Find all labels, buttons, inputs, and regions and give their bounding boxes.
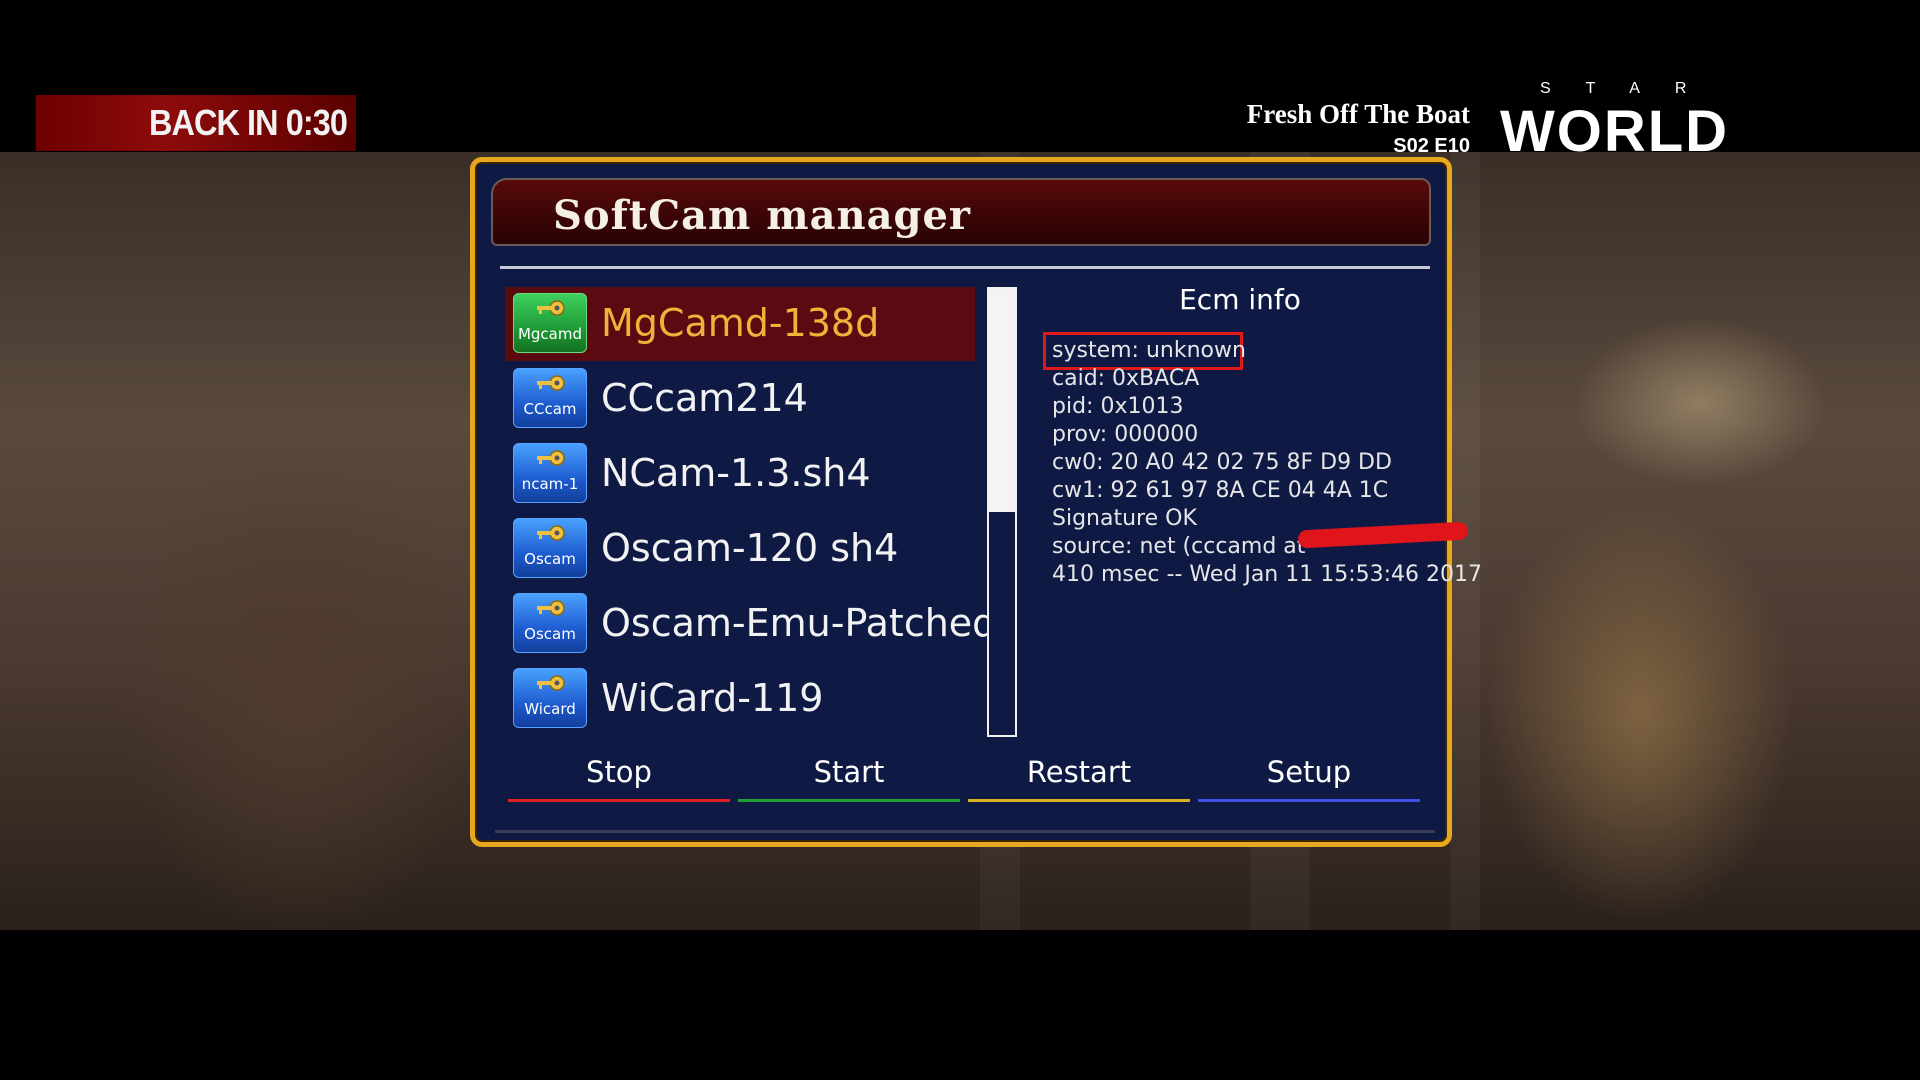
start-button[interactable]: Start [738, 747, 960, 802]
softcam-icon-label: Wicard [524, 700, 576, 718]
softcam-name: CCcam214 [601, 376, 808, 420]
scrollbar-thumb[interactable] [989, 289, 1015, 512]
restart-button[interactable]: Restart [968, 747, 1190, 802]
color-key-red [508, 799, 730, 802]
ecm-info-panel: Ecm info system: unknown caid: 0xBACA pi… [1030, 282, 1482, 742]
key-icon: Wicard [513, 668, 587, 728]
key-icon: ncam-1 [513, 443, 587, 503]
key-icon: Oscam [513, 518, 587, 578]
softcam-icon-label: ncam-1 [521, 475, 579, 493]
softcam-row[interactable]: Mgcamd MgCamd-138d [505, 287, 975, 361]
title-separator [500, 266, 1430, 269]
softcam-name: MgCamd-138d [601, 301, 880, 345]
setup-button-label: Setup [1266, 755, 1352, 789]
restart-button-label: Restart [1026, 755, 1132, 789]
list-scrollbar[interactable] [987, 287, 1017, 737]
channel-logo-word: WORLD [1500, 99, 1730, 164]
back-in-banner: BACK IN 0:30 [35, 95, 356, 151]
softcam-icon-label: Oscam [524, 625, 576, 643]
ecm-line: cw0: 20 A0 42 02 75 8F D9 DD [1052, 450, 1392, 475]
dialog-title: SoftCam manager [553, 192, 971, 239]
softcam-row[interactable]: CCcam CCcam214 [505, 362, 975, 436]
softcam-name: Oscam-Emu-Patched [601, 601, 997, 645]
softcam-icon-label: CCcam [523, 400, 577, 418]
ecm-info-title: Ecm info [1179, 283, 1301, 316]
color-key-yellow [968, 799, 1190, 802]
softcam-row[interactable]: ncam-1 NCam-1.3.sh4 [505, 437, 975, 511]
softcam-icon-label: Oscam [524, 550, 576, 568]
softcam-name: Oscam-120 sh4 [601, 526, 899, 570]
show-episode: S02 E10 [1393, 135, 1470, 157]
show-title: Fresh Off The Boat [1246, 99, 1470, 129]
bottom-separator [495, 830, 1435, 833]
softcam-row[interactable]: Oscam Oscam-120 sh4 [505, 512, 975, 586]
channel-logo-top: STAR [1540, 80, 1722, 97]
key-icon: CCcam [513, 368, 587, 428]
color-key-blue [1198, 799, 1420, 802]
color-key-green [738, 799, 960, 802]
channel-logo: STAR WORLD [1500, 80, 1760, 170]
start-button-label: Start [813, 755, 885, 789]
stop-button[interactable]: Stop [508, 747, 730, 802]
redaction-mark [1297, 521, 1469, 549]
softcam-row[interactable]: Wicard WiCard-119 [505, 662, 975, 736]
ecm-line: Signature OK [1052, 506, 1197, 531]
softcam-name: NCam-1.3.sh4 [601, 451, 871, 495]
ecm-line: system: unknown [1052, 338, 1246, 363]
softcam-manager-dialog: SoftCam manager Mgcamd MgCamd-138d CCcam… [470, 157, 1482, 847]
softcam-icon-label: Mgcamd [517, 325, 583, 343]
stop-button-label: Stop [586, 755, 652, 789]
bottom-letterbox [0, 930, 1920, 1080]
ecm-line: source: net (cccamd at [1052, 534, 1306, 559]
setup-button[interactable]: Setup [1198, 747, 1420, 802]
ecm-line: 410 msec -- Wed Jan 11 15:53:46 2017 [1052, 562, 1483, 587]
dialog-title-bar: SoftCam manager [491, 178, 1431, 246]
softcam-name: WiCard-119 [601, 676, 824, 720]
ecm-line: cw1: 92 61 97 8A CE 04 4A 1C [1052, 478, 1389, 503]
ecm-line: pid: 0x1013 [1052, 394, 1184, 419]
key-icon: Mgcamd [513, 293, 587, 353]
ecm-line: caid: 0xBACA [1052, 366, 1200, 391]
softcam-row[interactable]: Oscam Oscam-Emu-Patched [505, 587, 996, 661]
ecm-line: prov: 000000 [1052, 422, 1199, 447]
key-icon: Oscam [513, 593, 587, 653]
softcam-list[interactable]: Mgcamd MgCamd-138d CCcam CCcam214 ncam-1… [505, 287, 996, 737]
